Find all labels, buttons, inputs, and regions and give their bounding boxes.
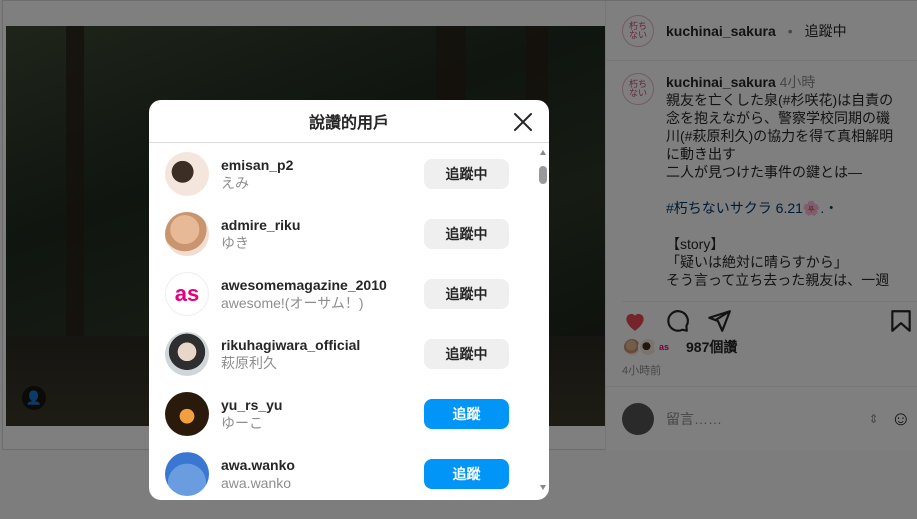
list-item[interactable]: awa.wanko awa.wanko 追蹤: [149, 444, 539, 500]
full-name: awa.wanko: [221, 475, 292, 491]
scroll-up-icon[interactable]: [540, 150, 546, 155]
user-avatar[interactable]: [165, 152, 209, 196]
username[interactable]: admire_riku: [221, 216, 424, 234]
close-icon[interactable]: [511, 110, 535, 134]
following-button[interactable]: 追蹤中: [424, 339, 509, 369]
list-item[interactable]: admire_riku ゆき 追蹤中: [149, 204, 539, 264]
scroll-down-icon[interactable]: [540, 485, 546, 490]
following-button[interactable]: 追蹤中: [424, 159, 509, 189]
username[interactable]: awa.wanko: [221, 456, 424, 474]
user-avatar[interactable]: [165, 452, 209, 496]
full-name: えみ: [221, 175, 249, 191]
following-button[interactable]: 追蹤中: [424, 219, 509, 249]
username[interactable]: awesomemagazine_2010: [221, 276, 424, 294]
scrollbar[interactable]: [539, 150, 547, 496]
username[interactable]: yu_rs_yu: [221, 396, 424, 414]
list-item[interactable]: emisan_p2 えみ 追蹤中: [149, 144, 539, 204]
list-item[interactable]: as awesomemagazine_2010 awesome!(オーサム！) 追…: [149, 264, 539, 324]
user-avatar[interactable]: [165, 332, 209, 376]
modal-header: 說讚的用戶: [149, 100, 549, 143]
following-button[interactable]: 追蹤中: [424, 279, 509, 309]
username[interactable]: rikuhagiwara_official: [221, 336, 424, 354]
list-item[interactable]: rikuhagiwara_official 萩原利久 追蹤中: [149, 324, 539, 384]
full-name: awesome!(オーサム！): [221, 295, 364, 311]
scrollbar-thumb[interactable]: [539, 166, 547, 184]
list-item[interactable]: yu_rs_yu ゆーこ 追蹤: [149, 384, 539, 444]
full-name: ゆき: [221, 235, 249, 251]
user-avatar[interactable]: [165, 212, 209, 256]
user-avatar[interactable]: as: [165, 272, 209, 316]
likes-modal: 說讚的用戶 emisan_p2 えみ 追蹤中 admire_riku ゆき 追蹤中 …: [149, 100, 549, 500]
full-name: ゆーこ: [221, 415, 263, 431]
full-name: 萩原利久: [221, 355, 277, 371]
avatar-logo: as: [174, 281, 200, 306]
user-avatar[interactable]: [165, 392, 209, 436]
follow-button[interactable]: 追蹤: [424, 459, 509, 489]
username[interactable]: emisan_p2: [221, 156, 424, 174]
follow-button[interactable]: 追蹤: [424, 399, 509, 429]
likers-list[interactable]: emisan_p2 えみ 追蹤中 admire_riku ゆき 追蹤中 as awe…: [149, 144, 539, 500]
modal-title: 說讚的用戶: [308, 115, 389, 132]
